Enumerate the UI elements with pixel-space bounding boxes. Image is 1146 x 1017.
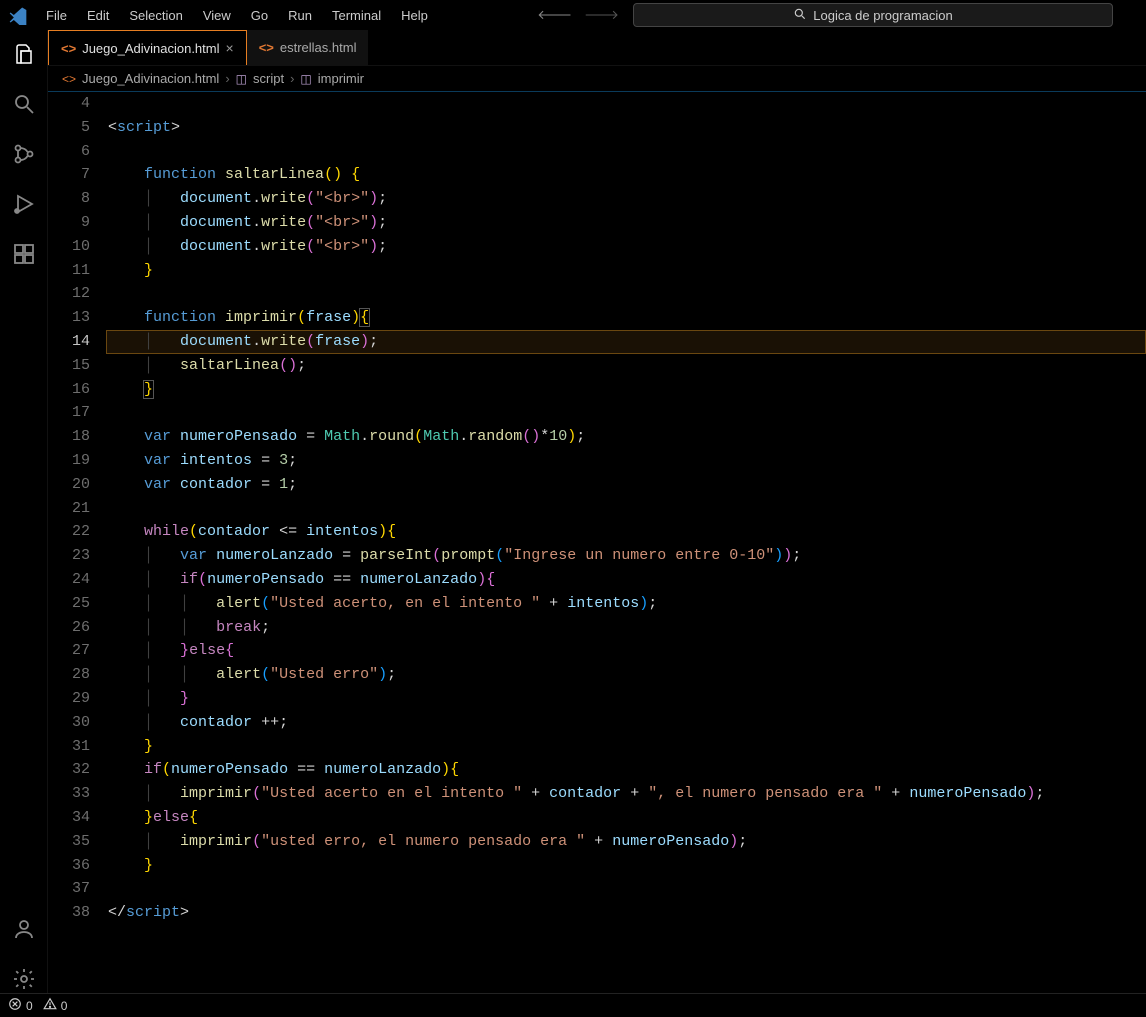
code-content[interactable]: <script> function saltarLinea() { │ docu… [108, 92, 1146, 993]
nav-forward-icon: 🡒 [584, 7, 619, 23]
nav-back-icon[interactable]: 🡐 [537, 7, 572, 23]
breadcrumbs[interactable]: <> Juego_Adivinacion.html › ◫ script › ◫… [48, 66, 1146, 92]
close-tab-icon[interactable]: × [226, 40, 234, 56]
menu-view[interactable]: View [195, 4, 239, 27]
extensions-icon[interactable] [10, 240, 38, 268]
chevron-right-icon: › [225, 71, 229, 86]
error-count: 0 [26, 999, 33, 1013]
breadcrumb-scope[interactable]: script [253, 71, 284, 86]
code-editor[interactable]: 4567891011121314151617181920212223242526… [48, 92, 1146, 993]
html-file-icon: <> [61, 41, 76, 56]
activity-bar [0, 30, 48, 993]
accounts-icon[interactable] [10, 915, 38, 943]
source-control-icon[interactable] [10, 140, 38, 168]
tab-label: Juego_Adivinacion.html [82, 41, 219, 56]
status-bar: 0 0 [0, 993, 1146, 1017]
symbol-icon: ◫ [236, 72, 247, 86]
menubar: File Edit Selection View Go Run Terminal… [0, 0, 1146, 30]
status-warnings[interactable]: 0 [43, 997, 68, 1014]
tab-label: estrellas.html [280, 40, 357, 55]
html-file-icon: <> [62, 72, 76, 86]
tab-estrellas[interactable]: <> estrellas.html [247, 30, 370, 65]
tab-bar: <> Juego_Adivinacion.html × <> estrellas… [48, 30, 1146, 66]
breadcrumb-scope[interactable]: imprimir [318, 71, 364, 86]
breadcrumb-file[interactable]: Juego_Adivinacion.html [82, 71, 219, 86]
tab-juego-adivinacion[interactable]: <> Juego_Adivinacion.html × [48, 30, 247, 65]
menu-file[interactable]: File [38, 4, 75, 27]
search-icon [793, 7, 807, 24]
error-icon [8, 997, 22, 1014]
command-center-search[interactable]: Logica de programacion [633, 3, 1113, 27]
chevron-right-icon: › [290, 71, 294, 86]
editor-area: <> Juego_Adivinacion.html × <> estrellas… [48, 30, 1146, 993]
status-errors[interactable]: 0 [8, 997, 33, 1014]
search-sidebar-icon[interactable] [10, 90, 38, 118]
symbol-icon: ◫ [300, 72, 311, 86]
settings-gear-icon[interactable] [10, 965, 38, 993]
menu-help[interactable]: Help [393, 4, 436, 27]
nav-arrows: 🡐 🡒 [527, 7, 629, 23]
run-debug-icon[interactable] [10, 190, 38, 218]
explorer-icon[interactable] [10, 40, 38, 68]
warning-count: 0 [61, 999, 68, 1013]
line-gutter: 4567891011121314151617181920212223242526… [48, 92, 108, 993]
html-file-icon: <> [259, 40, 274, 55]
warning-icon [43, 997, 57, 1014]
menu-run[interactable]: Run [280, 4, 320, 27]
menu-edit[interactable]: Edit [79, 4, 117, 27]
menu-terminal[interactable]: Terminal [324, 4, 389, 27]
vscode-logo-icon [8, 5, 28, 25]
menu-go[interactable]: Go [243, 4, 276, 27]
menu-selection[interactable]: Selection [121, 4, 190, 27]
search-text: Logica de programacion [813, 8, 952, 23]
